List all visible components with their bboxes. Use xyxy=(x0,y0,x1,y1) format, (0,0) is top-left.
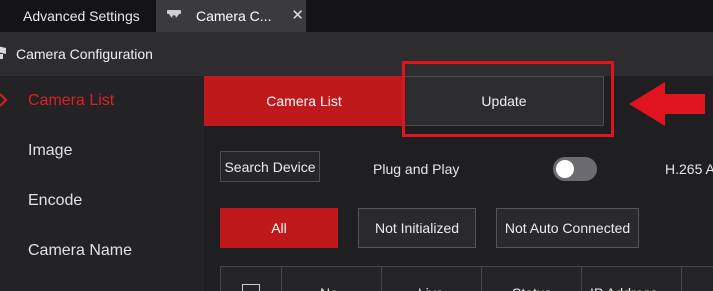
button-label: Not Auto Connected xyxy=(504,220,631,236)
select-all-cell xyxy=(220,267,281,291)
sidebar-item-encode[interactable]: Encode xyxy=(0,176,204,226)
sidebar-item-camera-name[interactable]: Camera Name xyxy=(0,226,204,276)
h265-label: H.265 A xyxy=(665,161,713,177)
column-header-ip-address[interactable]: IP Address xyxy=(581,267,681,291)
sidebar-item-camera-list[interactable]: Camera List xyxy=(0,76,204,126)
column-header-status[interactable]: Status xyxy=(481,267,581,291)
tab-label: Camera List xyxy=(266,93,342,109)
chevron-right-icon xyxy=(0,92,8,113)
page-header: Camera Configuration xyxy=(0,32,713,76)
sidebar-item-label: Camera Name xyxy=(28,242,133,259)
button-label: Not Initialized xyxy=(374,220,460,236)
page-title: Camera Configuration xyxy=(16,46,153,62)
button-label: All xyxy=(271,220,287,236)
tab-advanced-settings[interactable]: Advanced Settings xyxy=(0,0,155,32)
select-all-checkbox[interactable] xyxy=(242,284,260,291)
camera-icon xyxy=(0,44,9,63)
search-device-button[interactable]: Search Device xyxy=(220,151,320,182)
tab-label: Camera C... xyxy=(196,8,272,24)
tab-camera-configuration[interactable]: Camera C... ✕ xyxy=(156,0,306,32)
sidebar-item-image[interactable]: Image xyxy=(0,126,204,176)
column-header-no[interactable]: No. xyxy=(281,267,381,291)
button-label: Search Device xyxy=(224,158,316,175)
sidebar: Camera List Image Encode Camera Name xyxy=(0,76,204,291)
left-arrow-icon xyxy=(629,82,705,131)
toggle-knob xyxy=(556,160,574,178)
tab-camera-list[interactable]: Camera List xyxy=(204,76,404,126)
tab-update[interactable]: Update xyxy=(404,76,604,126)
sidebar-item-label: Encode xyxy=(28,192,83,209)
tab-label: Advanced Settings xyxy=(23,8,140,24)
camera-icon xyxy=(166,9,182,26)
close-icon[interactable]: ✕ xyxy=(291,6,304,24)
sidebar-item-label: Camera List xyxy=(28,92,115,109)
window-tab-bar: Advanced Settings Camera C... ✕ xyxy=(0,0,713,32)
sidebar-item-label: Image xyxy=(28,142,73,159)
filter-not-initialized-button[interactable]: Not Initialized xyxy=(358,208,476,248)
filter-not-auto-connected-button[interactable]: Not Auto Connected xyxy=(496,208,639,248)
table-header: No. Live Status IP Address xyxy=(220,266,713,291)
column-header-live[interactable]: Live xyxy=(381,267,481,291)
plug-and-play-toggle[interactable] xyxy=(553,157,597,181)
filter-all-button[interactable]: All xyxy=(220,208,338,248)
column-header-next xyxy=(681,267,713,291)
plug-and-play-label: Plug and Play xyxy=(373,161,460,177)
tab-label: Update xyxy=(481,93,527,109)
